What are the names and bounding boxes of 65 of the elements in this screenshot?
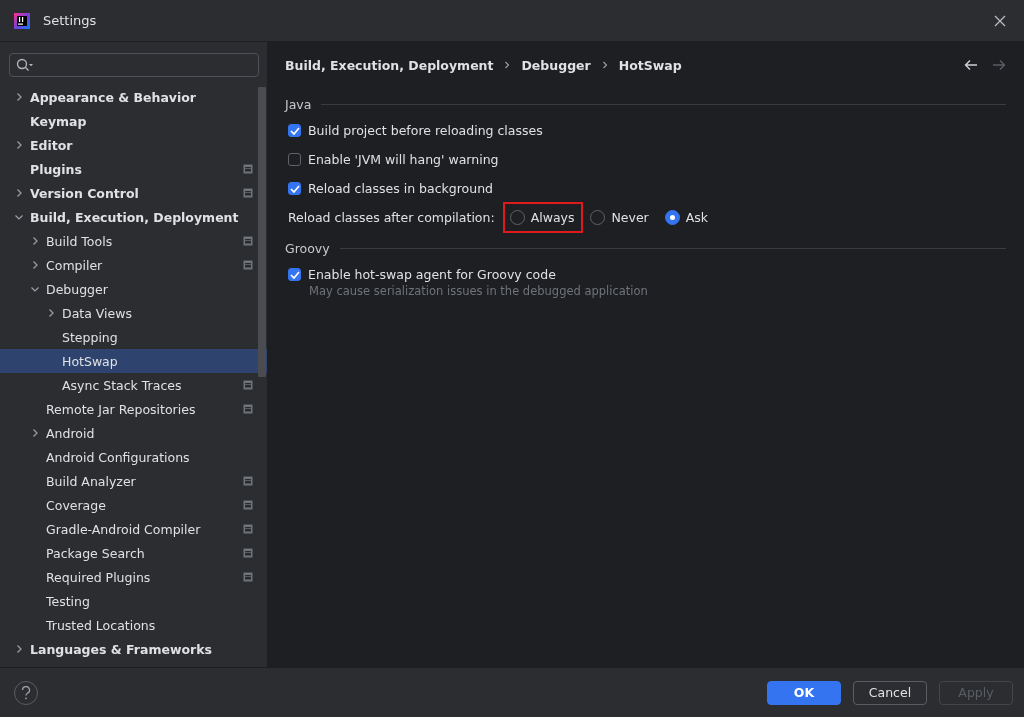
section-title: Java [285,96,312,112]
checkbox-label[interactable]: Enable 'JVM will hang' warning [308,152,499,167]
radio-button[interactable] [664,210,680,225]
back-arrow-icon[interactable] [964,59,978,71]
tree-item[interactable]: Compiler [0,253,267,277]
hint-text: May cause serialization issues in the debugged application [308,284,649,300]
chevron-right-icon[interactable] [14,92,24,102]
tree-item[interactable]: Async Stack Traces [0,373,267,397]
tree-item[interactable]: Data Views [0,301,267,325]
tree-item[interactable]: Remote Jar Repositories [0,397,267,421]
app-logo-icon [14,12,30,29]
radio-group-label: Reload classes after compilation: [288,210,495,225]
chevron-right-icon[interactable] [46,308,56,318]
checkbox-label[interactable]: Enable hot-swap agent for Groovy code [308,267,556,282]
chevron-right-icon [503,61,512,69]
checkbox-label[interactable]: Reload classes in background [308,181,493,196]
tree-item[interactable]: Version Control [0,181,267,205]
tree-item[interactable]: Required Plugins [0,565,267,589]
tree-item[interactable]: Appearance & Behavior [0,85,267,109]
tree-item[interactable]: Gradle-Android Compiler [0,517,267,541]
radio-label[interactable]: Ask [685,210,709,225]
section-title: Groovy [285,240,330,256]
chevron-right-icon [600,61,609,69]
tree-item[interactable]: Plugins [0,157,267,181]
tree-item[interactable]: Trusted Locations [0,613,267,637]
tree-item[interactable]: Languages & Frameworks [0,637,267,661]
tree-item[interactable]: Build, Execution, Deployment [0,205,267,229]
tree-item[interactable]: Debugger [0,277,267,301]
chevron-right-icon[interactable] [30,428,40,438]
tree-item[interactable]: Build Analyzer [0,469,267,493]
checkbox[interactable] [288,124,301,137]
tree-item[interactable]: Keymap [0,109,267,133]
tree-item[interactable]: Android Configurations [0,445,267,469]
scrollbar-thumb[interactable] [258,87,266,377]
question-mark-icon [21,685,31,700]
breadcrumb-link[interactable]: Debugger [521,57,591,73]
chevron-right-icon[interactable] [30,260,40,270]
chevron-right-icon[interactable] [14,188,24,198]
search-field[interactable] [9,53,259,77]
chevron-right-icon[interactable] [14,644,24,654]
checkbox-label[interactable]: Build project before reloading classes [308,123,543,138]
checkbox[interactable] [288,268,301,281]
checkbox[interactable] [288,182,301,195]
ok-button[interactable]: OK [767,680,841,705]
breadcrumb-link[interactable]: HotSwap [618,57,682,73]
cancel-button[interactable]: Cancel [853,680,927,705]
tree-item[interactable]: Android [0,421,267,445]
chevron-down-icon[interactable] [14,212,24,222]
tree-item[interactable]: Stepping [0,325,267,349]
chevron-down-icon[interactable] [30,284,40,294]
tree-item[interactable]: Package Search [0,541,267,565]
tree-item[interactable]: Build Tools [0,229,267,253]
close-icon[interactable] [994,14,1006,27]
breadcrumb-link[interactable]: Build, Execution, Deployment [285,57,494,73]
chevron-right-icon[interactable] [14,140,24,150]
tree-item[interactable]: Editor [0,133,267,157]
radio-label[interactable]: Always [530,210,575,225]
checkbox[interactable] [288,153,301,166]
tree-item[interactable]: Coverage [0,493,267,517]
window-title: Settings [43,13,97,28]
radio-label[interactable]: Never [611,210,649,225]
tree-item[interactable]: Testing [0,589,267,613]
tree-item[interactable]: HotSwap [0,349,267,373]
search-icon [16,58,34,72]
chevron-right-icon[interactable] [30,236,40,246]
